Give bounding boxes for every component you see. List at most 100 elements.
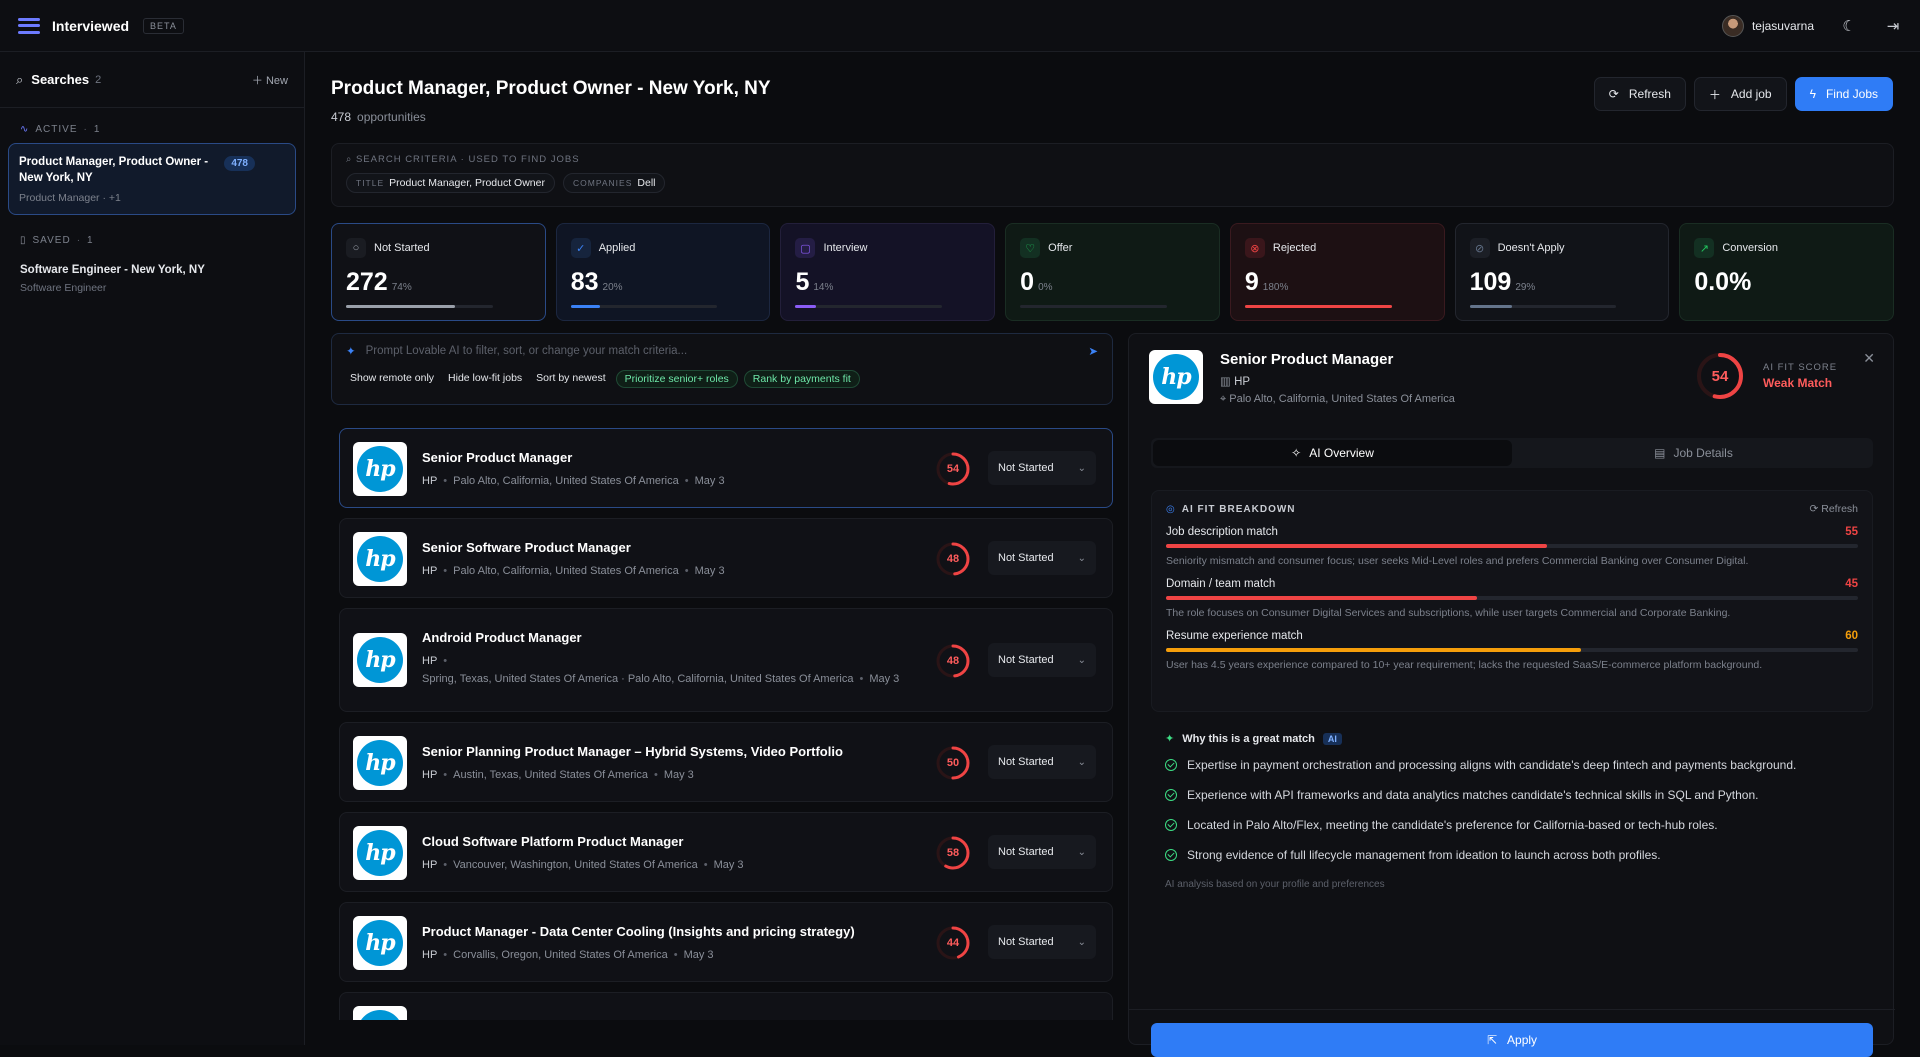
criterion-description: User has 4.5 years experience compared t…: [1166, 659, 1763, 671]
company-logo: hp: [353, 916, 407, 970]
top-bar: Interviewed BETA tejasuvarna ☾ ⇥: [0, 0, 1920, 52]
status-dropdown[interactable]: Not Started ⌄: [988, 835, 1096, 869]
prompt-chip[interactable]: Rank by payments fit: [743, 370, 860, 388]
stat-percent: 0%: [1038, 282, 1053, 293]
stat-header: ⊗ Rejected: [1244, 238, 1430, 258]
stat-progress: [1020, 305, 1167, 308]
close-icon[interactable]: ✕: [1863, 350, 1875, 367]
refresh-label: Refresh: [1628, 87, 1671, 101]
criterion-name: Job description match: [1166, 526, 1278, 538]
company-logo: hp: [353, 532, 407, 586]
stat-header: ✓ Applied: [570, 238, 756, 258]
job-location: Vancouver, Washington, United States Of …: [453, 859, 698, 871]
stat-label: Doesn't Apply: [1497, 242, 1565, 254]
logout-icon[interactable]: ⇥: [1884, 17, 1902, 35]
stat-card-not-started[interactable]: ○ Not Started 272 74%: [331, 223, 546, 321]
chevron-down-icon: ⌄: [1077, 552, 1086, 564]
add-job-button[interactable]: ＋ Add job: [1693, 77, 1787, 111]
status-dropdown[interactable]: Not Started ⌄: [988, 451, 1096, 485]
job-score-ring: 48: [935, 541, 971, 577]
active-search-name: Product Manager, Product Owner - New Yor…: [19, 156, 209, 184]
theme-toggle-icon[interactable]: ☾: [1840, 17, 1858, 35]
prompt-chip[interactable]: Prioritize senior+ roles: [615, 370, 738, 388]
fit-breakdown: ◎ AI FIT BREAKDOWN ⟳ Refresh Job descripti…: [1151, 490, 1873, 712]
prompt-chip[interactable]: Show remote only: [346, 370, 438, 388]
job-card[interactable]: hp Senior Product Manager HP • Palo Alto, Ca…: [339, 428, 1113, 508]
status-label: Not Started: [998, 936, 1054, 948]
ai-prompt-box[interactable]: ✦ Prompt Lovable AI to filter, sort, or c…: [331, 333, 1113, 405]
job-score: 54: [946, 463, 960, 475]
page-title: Product Manager, Product Owner - New Yor…: [331, 78, 771, 99]
stat-label: Applied: [598, 242, 636, 254]
refresh-button[interactable]: ⟳ Refresh: [1593, 77, 1686, 111]
stat-value: 272 74%: [346, 268, 531, 297]
find-jobs-button[interactable]: ϟ Find Jobs: [1794, 77, 1893, 111]
job-card[interactable]: hp Product Manager - Data Center Cooling …: [339, 902, 1113, 982]
job-score: 58: [946, 847, 960, 859]
stat-card-offer[interactable]: ♡ Offer 0 0%: [1005, 223, 1220, 321]
stat-card-conversion[interactable]: ↗ Conversion 0.0%: [1679, 223, 1895, 321]
chevron-down-icon: ⌄: [1077, 462, 1086, 474]
job-location: Austin, Texas, United States Of America: [453, 769, 648, 781]
menu-icon[interactable]: [18, 17, 40, 34]
stat-percent: 180%: [1262, 282, 1289, 293]
job-location: Palo Alto, California, United States Of …: [453, 565, 679, 577]
send-icon[interactable]: ➤: [1088, 344, 1098, 358]
criterion-score: 55: [1845, 526, 1858, 538]
search-icon: ⌕: [16, 71, 24, 87]
criterion-bar-fill: [1166, 596, 1478, 600]
stat-card-interview[interactable]: ▢ Interview 5 14%: [780, 223, 996, 321]
criterion-bar-fill: [1166, 648, 1582, 652]
job-title: Senior Product Manager: [422, 450, 573, 465]
prompt-chip[interactable]: Hide low-fit jobs: [444, 370, 526, 388]
company-logo: hp: [353, 1006, 407, 1020]
status-dropdown[interactable]: Not Started ⌄: [988, 643, 1096, 677]
criterion-row: Job description match 55: [1166, 526, 1858, 538]
prompt-chip[interactable]: Sort by newest: [532, 370, 609, 388]
job-score-ring: 48: [935, 643, 971, 679]
stat-progress-fill: [795, 305, 816, 308]
active-section-label: ∿ ACTIVE · 1: [20, 124, 101, 135]
search-criteria: ⌕ SEARCH CRITERIA · USED TO FIND JOBS TI…: [331, 143, 1894, 207]
stat-card-applied[interactable]: ✓ Applied 83 20%: [555, 223, 771, 321]
tab-job-details[interactable]: ▤ Job Details: [1514, 438, 1873, 468]
bolt-icon: ϟ: [1809, 87, 1816, 101]
apply-button[interactable]: ⇱ Apply: [1151, 1023, 1873, 1057]
stat-card-rejected[interactable]: ⊗ Rejected 9 180%: [1229, 223, 1445, 321]
active-search-item[interactable]: Product Manager, Product Owner - New Yor…: [8, 143, 296, 215]
user-menu[interactable]: tejasuvarna: [1721, 14, 1814, 37]
saved-count: 1: [87, 235, 94, 246]
stat-value: 5 14%: [795, 268, 980, 297]
job-card-partial[interactable]: hp: [339, 992, 1113, 1020]
job-title: Senior Planning Product Manager – Hybrid…: [422, 744, 843, 759]
stat-number: 5: [795, 268, 810, 296]
stat-card-doesn-t-apply[interactable]: ⊘ Doesn't Apply 109 29%: [1454, 223, 1670, 321]
ai-footnote: AI analysis based on your profile and pr…: [1165, 879, 1385, 890]
stat-label: Rejected: [1272, 242, 1317, 254]
tab-ai-overview[interactable]: ✧ AI Overview: [1153, 440, 1512, 466]
job-card[interactable]: hp Senior Planning Product Manager – Hybr…: [339, 722, 1113, 802]
status-dropdown[interactable]: Not Started ⌄: [988, 925, 1096, 959]
fit-score-value: 54: [1711, 367, 1729, 385]
status-dropdown[interactable]: Not Started ⌄: [988, 745, 1096, 779]
status-dropdown[interactable]: Not Started ⌄: [988, 541, 1096, 575]
stat-label: Offer: [1048, 242, 1073, 254]
job-score-ring: 44: [935, 925, 971, 961]
stat-progress-fill: [1244, 305, 1392, 308]
job-card[interactable]: hp Android Product Manager HP • Spring, Texa…: [339, 608, 1113, 712]
new-search-button[interactable]: ＋ New: [252, 72, 288, 88]
job-location: Corvallis, Oregon, United States Of Amer…: [453, 949, 668, 961]
job-card[interactable]: hp Senior Software Product Manager HP • Palo…: [339, 518, 1113, 598]
job-card[interactable]: hp Cloud Software Platform Product Manage…: [339, 812, 1113, 892]
criterion-description: Seniority mismatch and consumer focus; u…: [1166, 555, 1749, 567]
saved-search-item[interactable]: Software Engineer - New York, NY Softwar…: [0, 254, 304, 304]
job-company: HP: [422, 949, 438, 961]
main-content: Product Manager, Product Owner - New Yor…: [306, 52, 1920, 1057]
find-jobs-label: Find Jobs: [1825, 87, 1878, 101]
breakdown-refresh-button[interactable]: ⟳ Refresh: [1810, 503, 1858, 515]
fit-verdict: Weak Match: [1763, 376, 1833, 390]
sidebar-title: Searches: [31, 72, 90, 87]
saved-search-name: Software Engineer - New York, NY: [20, 264, 205, 276]
fit-criterion: Resume experience match 60 User has 4.5 ye…: [1166, 630, 1858, 671]
stat-icon: ⊗: [1244, 238, 1265, 258]
